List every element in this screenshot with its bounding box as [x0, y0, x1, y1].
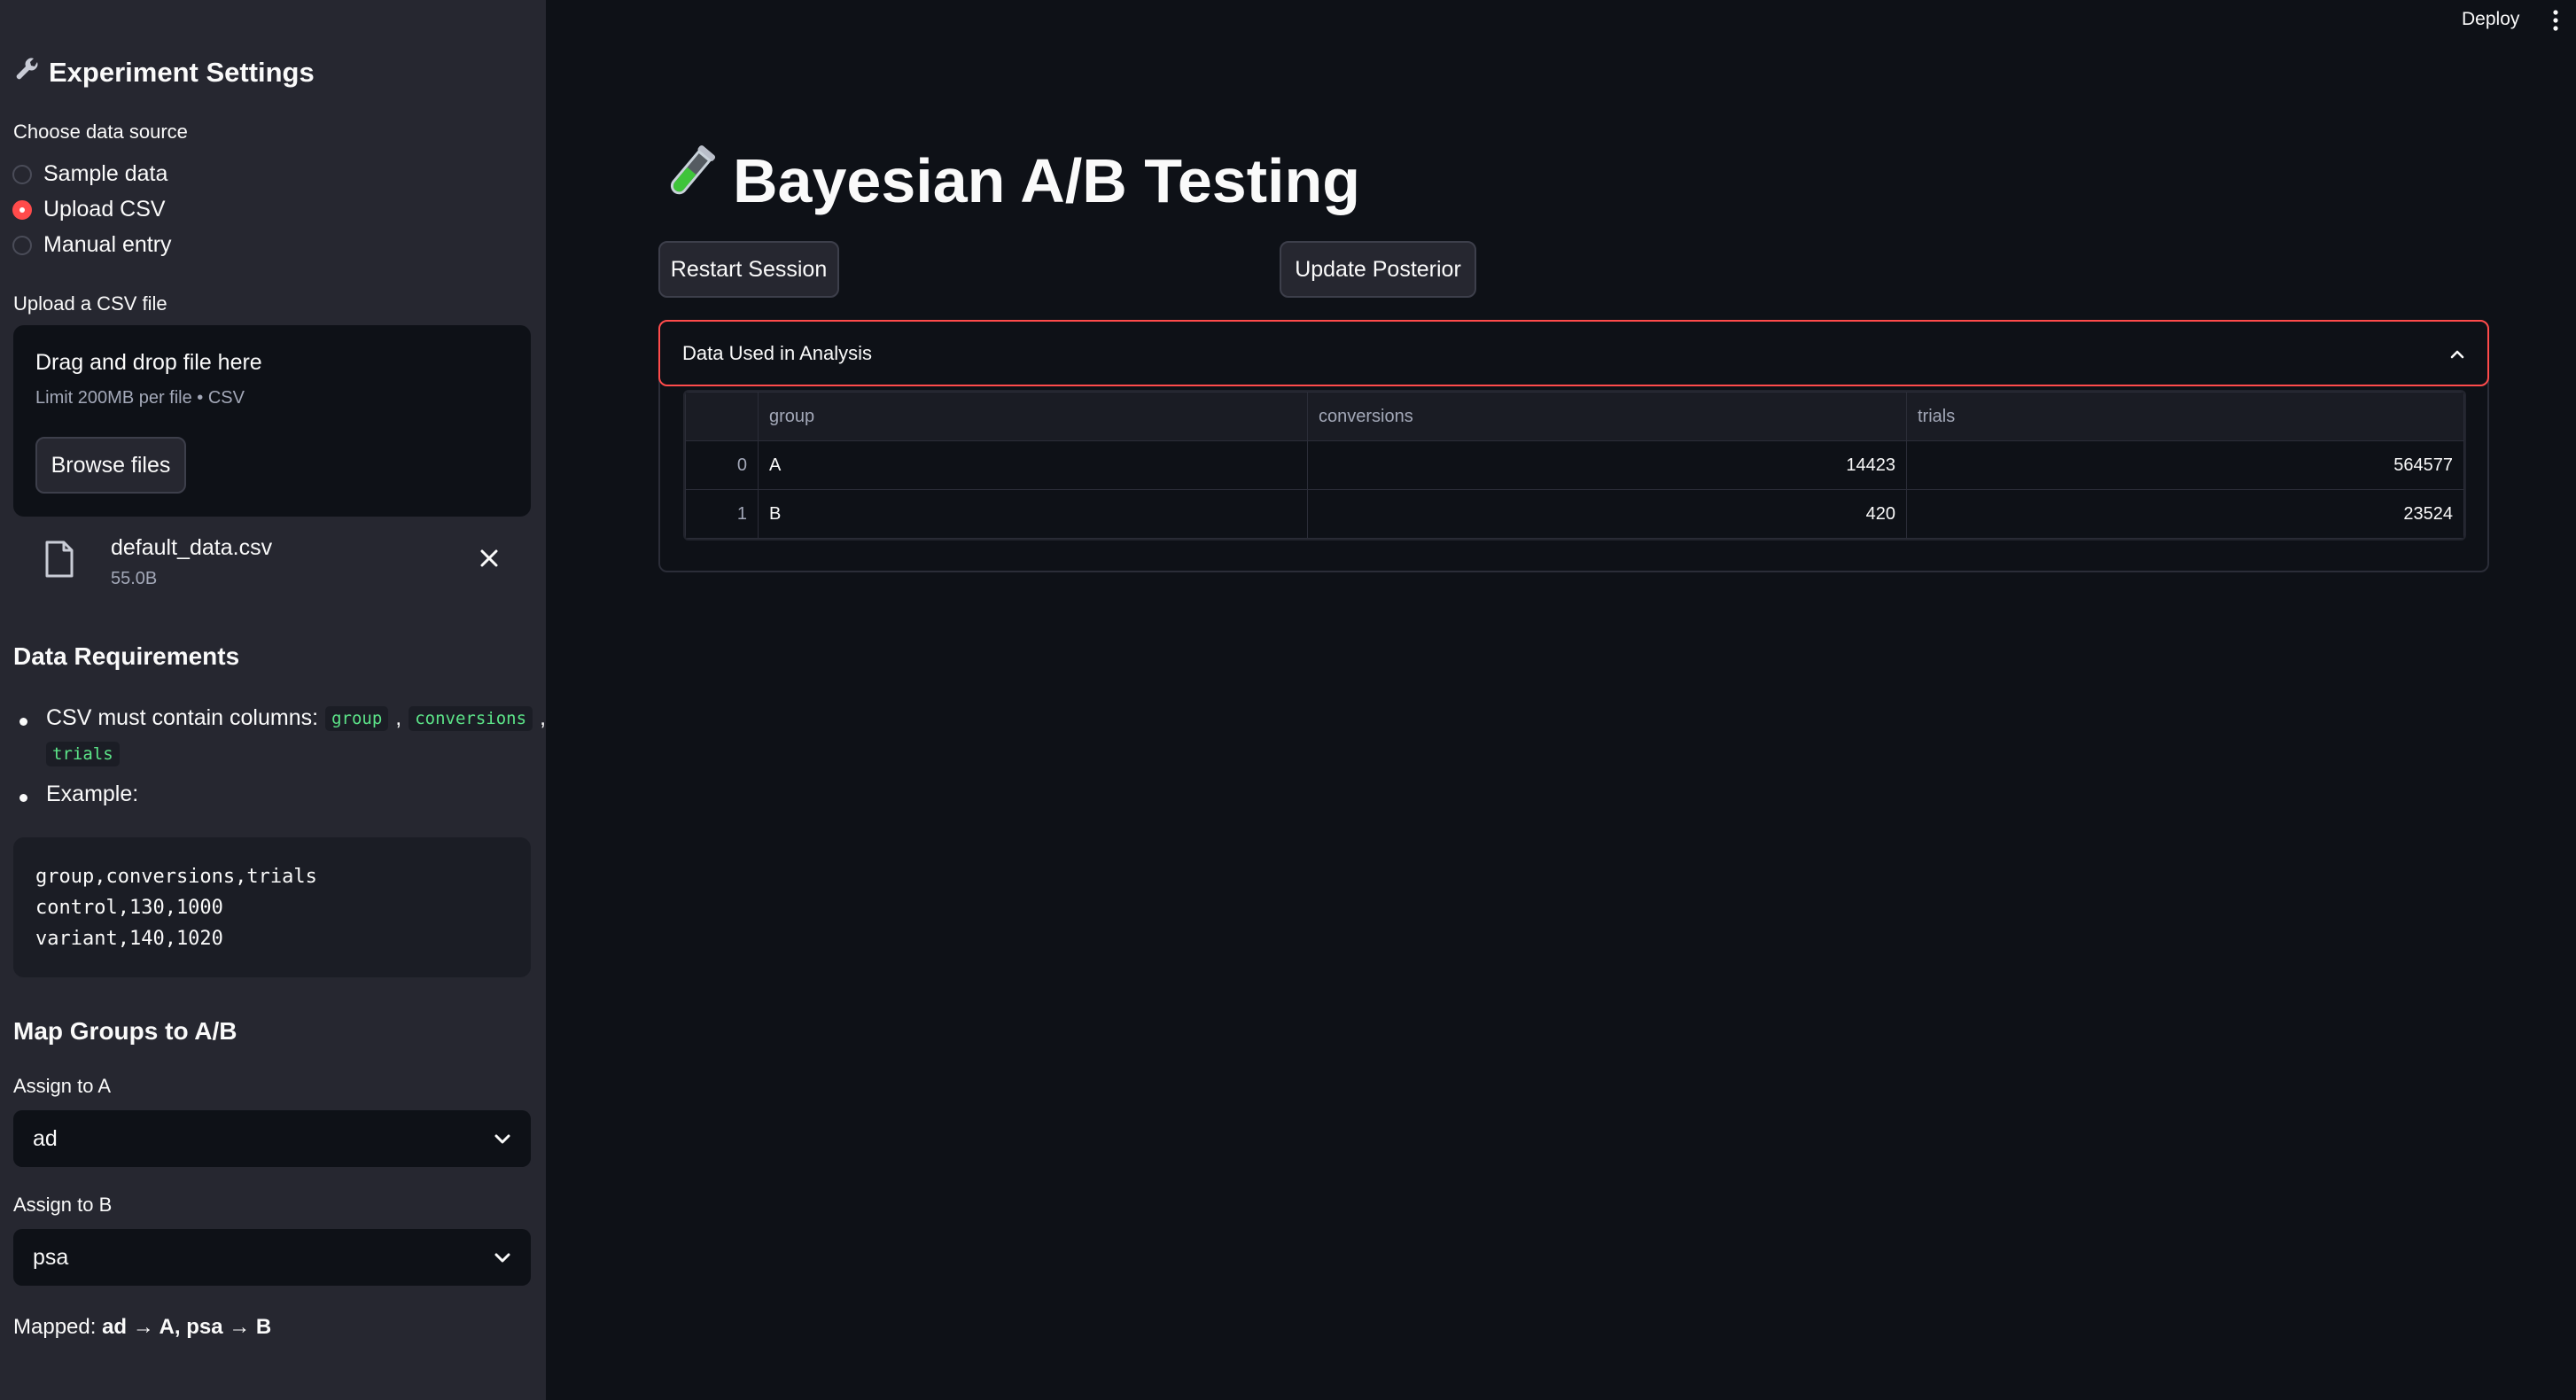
expander-header[interactable]: Data Used in Analysis [658, 320, 2489, 386]
radio-sample-data[interactable]: Sample data [12, 161, 167, 187]
column-header-group[interactable]: group [758, 392, 1308, 441]
assign-a-label: Assign to A [13, 1075, 112, 1097]
data-expander: Data Used in Analysis group conversions … [658, 320, 2489, 572]
browse-files-button[interactable]: Browse files [35, 437, 186, 494]
radio-circle[interactable] [12, 235, 32, 255]
expander-label: Data Used in Analysis [682, 341, 872, 364]
test-tube-icon [658, 142, 720, 220]
requirement-item: CSV must contain columns: group , conver… [19, 705, 546, 731]
data-source-label: Choose data source [13, 121, 188, 143]
wrench-icon [13, 55, 42, 90]
radio-upload-csv[interactable]: Upload CSV [12, 197, 166, 222]
requirement-item-continued: trials [46, 742, 120, 766]
page-title-text: Bayesian A/B Testing [733, 146, 1360, 215]
file-icon [44, 541, 74, 582]
table-header-row: group conversions trials [685, 392, 2464, 441]
row-index: 0 [685, 440, 759, 490]
column-code: group [325, 705, 389, 731]
assign-b-label: Assign to B [13, 1194, 113, 1216]
cell-trials[interactable]: 23524 [1906, 489, 2464, 539]
mapped-summary: Mapped: ad → A, psa → B [13, 1315, 271, 1340]
example-code-block: group,conversions,trials control,130,100… [13, 837, 531, 977]
uploaded-file: default_data.csv 55.0B [13, 530, 531, 594]
mapped-value: ad → A, psa → B [102, 1315, 272, 1339]
cell-group[interactable]: A [758, 440, 1308, 490]
radio-label: Sample data [43, 161, 168, 186]
code-line: group,conversions,trials [35, 866, 317, 888]
data-table[interactable]: group conversions trials 0 A 14423 56457… [683, 390, 2466, 541]
radio-label: Upload CSV [43, 197, 166, 222]
page-title: Bayesian A/B Testing [658, 142, 1360, 220]
file-dropzone[interactable]: Drag and drop file here Limit 200MB per … [13, 325, 531, 517]
assign-a-select[interactable]: ad [13, 1110, 531, 1167]
update-posterior-button[interactable]: Update Posterior [1280, 241, 1476, 298]
table-row: 0 A 14423 564577 [685, 440, 2464, 490]
table-row: 1 B 420 23524 [685, 489, 2464, 539]
assign-a-value: ad [33, 1125, 58, 1151]
column-header-trials[interactable]: trials [1906, 392, 2464, 441]
example-item: Example: [19, 782, 139, 807]
code-line: variant,140,1020 [35, 928, 223, 950]
example-label: Example: [46, 782, 139, 806]
sidebar-title: Experiment Settings [13, 55, 315, 90]
requirement-text: CSV must contain columns: [46, 705, 319, 730]
upload-label: Upload a CSV file [13, 292, 167, 315]
cell-trials[interactable]: 564577 [1906, 440, 2464, 490]
chevron-up-icon [2449, 342, 2465, 365]
assign-b-select[interactable]: psa [13, 1229, 531, 1286]
chevron-down-icon [494, 1126, 511, 1152]
index-header [685, 392, 759, 441]
cell-conversions[interactable]: 14423 [1307, 440, 1907, 490]
mapped-prefix: Mapped: [13, 1315, 97, 1339]
sidebar-title-text: Experiment Settings [49, 57, 315, 88]
column-code: conversions [409, 705, 533, 731]
restart-session-button[interactable]: Restart Session [658, 241, 839, 298]
bullet-dot [19, 718, 27, 726]
chevron-down-icon [494, 1245, 511, 1271]
cell-conversions[interactable]: 420 [1307, 489, 1907, 539]
row-index: 1 [685, 489, 759, 539]
bullet-dot [19, 794, 27, 802]
file-size: 55.0B [111, 569, 158, 588]
code-line: control,130,1000 [35, 897, 223, 919]
map-groups-heading: Map Groups to A/B [13, 1017, 237, 1045]
dropzone-title: Drag and drop file here [35, 350, 262, 375]
dropzone-limit: Limit 200MB per file • CSV [35, 388, 245, 408]
radio-circle-selected[interactable] [12, 199, 32, 220]
deploy-button[interactable]: Deploy [2462, 9, 2519, 30]
sidebar: Experiment Settings Choose data source S… [0, 0, 546, 1400]
requirements-heading: Data Requirements [13, 642, 240, 670]
more-menu-icon[interactable] [2550, 9, 2561, 38]
radio-label: Manual entry [43, 232, 172, 257]
assign-b-value: psa [33, 1244, 69, 1270]
radio-circle[interactable] [12, 164, 32, 184]
column-header-conversions[interactable]: conversions [1307, 392, 1907, 441]
cell-group[interactable]: B [758, 489, 1308, 539]
file-name: default_data.csv [111, 535, 273, 560]
column-code: trials [46, 742, 120, 766]
radio-manual-entry[interactable]: Manual entry [12, 232, 172, 258]
close-icon[interactable] [479, 548, 500, 573]
